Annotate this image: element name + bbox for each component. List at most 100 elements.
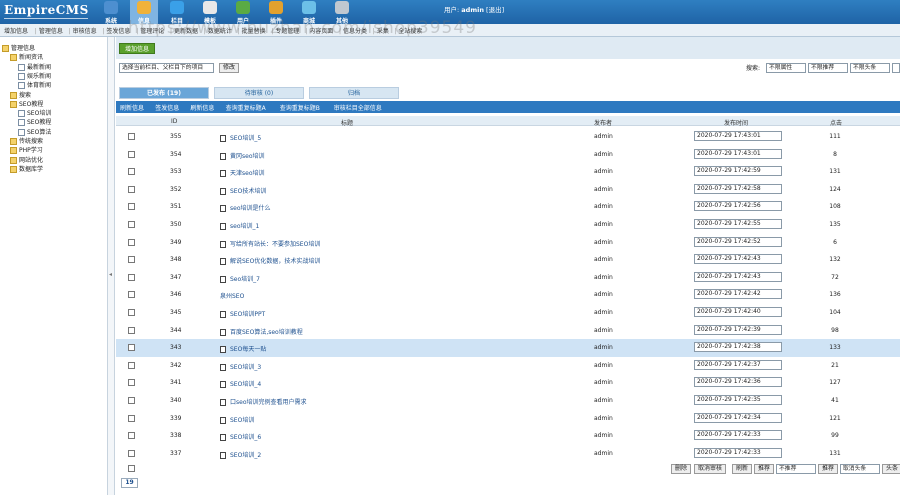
subtab-1[interactable]: 管理信息	[35, 26, 63, 35]
row-time-field[interactable]: 2020-07-29 17:42:56	[694, 201, 782, 212]
sidebar-item-5[interactable]: 搜索	[10, 90, 31, 99]
sidebar-item-9[interactable]: SEO算法	[18, 127, 51, 136]
collapse-arrow-icon[interactable]: ◂	[109, 271, 112, 278]
row-title-text[interactable]: 百度SEO算法,seo培训教程	[230, 329, 303, 336]
sidebar-item-7[interactable]: SEO培训	[18, 108, 51, 118]
nav-item-4[interactable]: 用户	[229, 0, 257, 25]
action-link-3[interactable]: 查询重复标题A	[226, 103, 266, 112]
row-checkbox[interactable]	[128, 449, 135, 457]
row-checkbox[interactable]	[128, 273, 135, 281]
sidebar-item-4[interactable]: 体育新闻	[18, 80, 51, 90]
row-title-text[interactable]: SEO培训PPT	[230, 311, 265, 318]
subtab-5[interactable]: 更新数据	[170, 26, 198, 35]
logout-link[interactable]: [退出]	[486, 6, 504, 14]
row-title[interactable]: SEO培训_4	[220, 379, 261, 389]
table-row[interactable]: 337 SEO培训_2 admin 2020-07-29 17:42:33 131	[116, 445, 900, 463]
row-time-field[interactable]: 2020-07-29 17:42:33	[694, 430, 782, 441]
row-time-field[interactable]: 2020-07-29 17:42:58	[694, 183, 782, 194]
row-title-text[interactable]: 天津seo培训	[230, 170, 265, 177]
row-title[interactable]: 天津seo培训	[220, 168, 265, 178]
row-title[interactable]: 百度SEO算法,seo培训教程	[220, 327, 303, 336]
action-link-2[interactable]: 刷新信息	[190, 103, 214, 112]
sidebar-item-11[interactable]: PHP学习	[10, 145, 43, 155]
headline-select[interactable]: 不限头条	[850, 63, 890, 73]
table-row[interactable]: 338 SEO培训_6 admin 2020-07-29 17:42:33 99	[116, 427, 900, 445]
nav-item-7[interactable]: 其他	[328, 0, 356, 25]
row-title-text[interactable]: SEO培训_3	[230, 364, 261, 371]
headline-level-select[interactable]: 取消头条	[840, 464, 880, 474]
subtab-9[interactable]: 内容页面	[305, 26, 333, 35]
row-checkbox[interactable]	[128, 256, 135, 264]
subtab-10[interactable]: 信息分类	[339, 26, 367, 35]
table-row[interactable]: 345 SEO培训PPT admin 2020-07-29 17:42:40 104	[116, 304, 900, 322]
table-row[interactable]: 348 解说SEO优化数据，技术实战培训 admin 2020-07-29 17:42…	[116, 251, 900, 269]
row-checkbox[interactable]	[128, 221, 135, 228]
nav-item-0[interactable]: 系统	[97, 0, 125, 25]
nav-item-5[interactable]: 插件	[262, 0, 290, 25]
row-title-text[interactable]: seo培训_1	[230, 223, 259, 230]
row-title[interactable]: SEO培训_2	[220, 450, 261, 459]
row-checkbox[interactable]	[128, 397, 135, 404]
table-row[interactable]: 340 口seo培训完例查看用户需求 admin 2020-07-29 17:42:3…	[116, 392, 900, 410]
row-title-text[interactable]: 写给所有站长：不要参加SEO培训	[230, 241, 320, 248]
row-checkbox[interactable]	[128, 361, 135, 369]
attr-select[interactable]: 不限属性	[766, 63, 806, 73]
nav-item-2[interactable]: 栏目	[163, 0, 191, 25]
push-button[interactable]: 推荐	[754, 464, 775, 474]
subtab-8[interactable]: 专题管理	[271, 26, 299, 35]
row-time-field[interactable]: 2020-07-29 17:43:01	[694, 131, 782, 141]
sidebar-splitter[interactable]: ◂	[108, 37, 115, 495]
row-title-text[interactable]: SEO培训_6	[230, 434, 261, 441]
select-all-checkbox[interactable]	[128, 465, 135, 472]
action-link-1[interactable]: 签发信息	[155, 103, 179, 112]
recommend-button[interactable]: 推荐	[818, 464, 839, 474]
row-time-field[interactable]: 2020-07-29 17:42:40	[694, 307, 782, 317]
subtab-0[interactable]: 增加信息	[4, 26, 28, 35]
row-title-text[interactable]: 口seo培训完例查看用户需求	[230, 399, 307, 406]
row-time-field[interactable]: 2020-07-29 17:42:55	[694, 219, 782, 229]
row-title[interactable]: SEO培训_5	[220, 133, 261, 142]
table-row[interactable]: 346 泉州SEO admin 2020-07-29 17:42:42 136	[116, 286, 900, 304]
row-time-field[interactable]: 2020-07-29 17:42:39	[694, 324, 782, 335]
table-row[interactable]: 347 Seo培训_7 admin 2020-07-29 17:42:43 72	[116, 269, 900, 287]
row-title-text[interactable]: SEO技术培训	[230, 188, 266, 195]
sidebar-item-3[interactable]: 娱乐新闻	[18, 71, 51, 80]
row-title[interactable]: Seo培训_7	[220, 274, 260, 283]
table-row[interactable]: 339 SEO培训 admin 2020-07-29 17:42:34 121	[116, 410, 900, 428]
nav-item-6[interactable]: 商城	[295, 0, 323, 25]
pagination-count[interactable]: 19	[121, 478, 138, 488]
row-time-field[interactable]: 2020-07-29 17:42:43	[694, 254, 782, 265]
sidebar-item-2[interactable]: 最新新闻	[18, 62, 51, 71]
sidebar-item-0[interactable]: 管理信息	[2, 43, 35, 52]
row-title-text[interactable]: SEO培训_2	[230, 452, 261, 459]
table-row[interactable]: 355 SEO培训_5 admin 2020-07-29 17:43:01 111	[116, 128, 900, 146]
row-checkbox[interactable]	[128, 414, 135, 422]
row-checkbox[interactable]	[128, 432, 135, 440]
row-title-text[interactable]: Seo培训_7	[230, 276, 260, 283]
row-title[interactable]: SEO培训_6	[220, 432, 261, 442]
table-row[interactable]: 354 黄冈seo培训 admin 2020-07-29 17:43:01 8	[116, 146, 900, 164]
sidebar-item-12[interactable]: 网站优化	[10, 155, 43, 164]
subtab-7[interactable]: 批量替换	[238, 26, 266, 35]
tab-archive[interactable]: 归档	[309, 87, 399, 99]
row-time-field[interactable]: 2020-07-29 17:42:37	[694, 359, 782, 370]
table-row[interactable]: 350 seo培训_1 admin 2020-07-29 17:42:55 135	[116, 216, 900, 234]
empirecms-logo[interactable]: EmpireCMS	[4, 3, 89, 17]
row-title-text[interactable]: seo培训是什么	[230, 205, 271, 212]
row-title[interactable]: 黄冈seo培训	[220, 151, 265, 160]
column-select[interactable]: 选择当前栏目、父栏目下的项目	[119, 63, 214, 73]
row-title-text[interactable]: SEO培训_5	[230, 135, 261, 142]
row-title-text[interactable]: SEO培训	[230, 417, 254, 424]
subtab-3[interactable]: 签发信息	[102, 26, 130, 35]
row-title[interactable]: 解说SEO优化数据，技术实战培训	[220, 256, 320, 266]
action-link-4[interactable]: 查询重复标题B	[280, 103, 320, 112]
table-row[interactable]: 349 写给所有站长：不要参加SEO培训 admin 2020-07-29 17:42…	[116, 234, 900, 252]
tab-published[interactable]: 已发布 (19)	[119, 87, 209, 99]
row-checkbox[interactable]	[128, 326, 135, 334]
table-row[interactable]: 352 SEO技术培训 admin 2020-07-29 17:42:58 124	[116, 181, 900, 199]
nav-item-1[interactable]: 信息	[130, 0, 158, 25]
sidebar-item-6[interactable]: SEO教程	[10, 99, 43, 108]
row-title-text[interactable]: SEO培训_4	[230, 381, 261, 388]
row-checkbox[interactable]	[128, 309, 135, 316]
row-title-text[interactable]: 泉州SEO	[220, 293, 244, 300]
